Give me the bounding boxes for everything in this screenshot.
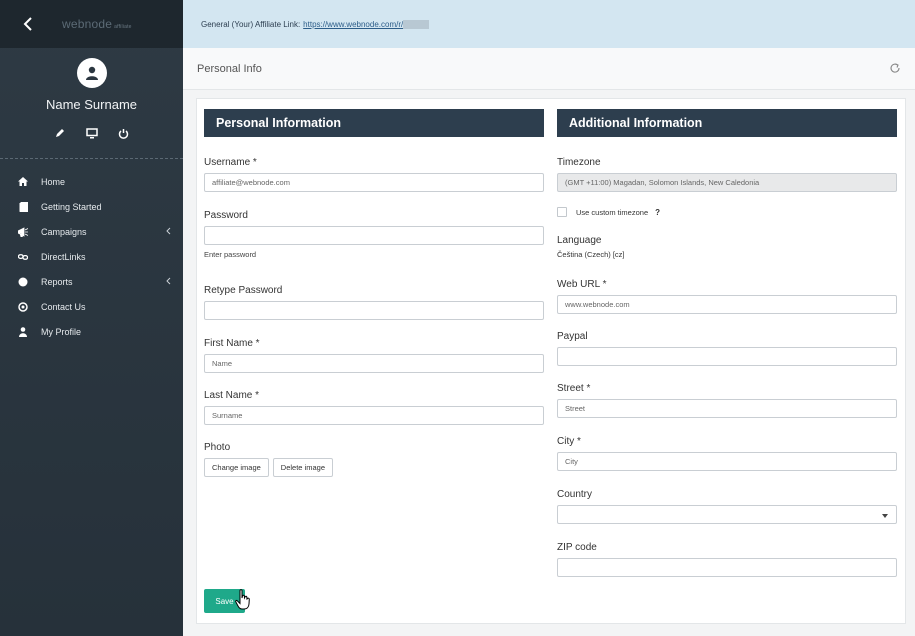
avatar[interactable] bbox=[76, 58, 107, 88]
user-icon bbox=[18, 326, 28, 337]
personal-information-title: Personal Information bbox=[204, 109, 544, 137]
paypal-group: Paypal bbox=[557, 331, 897, 366]
hand-cursor-icon bbox=[235, 589, 250, 610]
additional-information-column: Additional Information Timezone (GMT +11… bbox=[557, 109, 897, 589]
section-header: Personal Info bbox=[183, 48, 915, 90]
web-url-group: Web URL * www.webnode.com bbox=[557, 279, 897, 314]
power-icon[interactable] bbox=[118, 127, 130, 139]
sidebar-item-label: Campaigns bbox=[41, 226, 87, 237]
affiliate-link-bar: General (Your) Affiliate Link: https://w… bbox=[183, 0, 915, 48]
first-name-label: First Name * bbox=[204, 338, 260, 349]
profile-form-card: Personal Information Username * affiliat… bbox=[196, 98, 906, 624]
help-icon[interactable]: ? bbox=[655, 208, 660, 217]
page-title: Personal Info bbox=[197, 62, 262, 75]
username-group: Username * affiliate@webnode.com bbox=[204, 157, 544, 192]
pie-chart-icon bbox=[18, 277, 28, 287]
retype-password-group: Retype Password bbox=[204, 285, 544, 320]
retype-password-label: Retype Password bbox=[204, 285, 283, 296]
sidebar-item-label: Home bbox=[41, 176, 66, 187]
book-icon bbox=[18, 201, 28, 212]
user-name: Name Surname bbox=[45, 97, 138, 112]
last-name-label: Last Name * bbox=[204, 390, 260, 401]
sidebar-item-reports[interactable]: Reports bbox=[0, 269, 183, 294]
sidebar-item-contact-us[interactable]: Contact Us bbox=[0, 294, 183, 319]
sidebar-item-label: Getting Started bbox=[41, 201, 102, 212]
web-url-label: Web URL * bbox=[557, 279, 607, 290]
photo-label: Photo bbox=[204, 442, 231, 453]
personal-information-column: Personal Information Username * affiliat… bbox=[204, 109, 544, 579]
city-label: City * bbox=[557, 436, 581, 447]
sidebar-item-label: DirectLinks bbox=[41, 251, 86, 262]
paypal-label: Paypal bbox=[557, 331, 588, 342]
sidebar: webnode affiliate Name Surname Home Getti… bbox=[0, 0, 183, 636]
country-label: Country bbox=[557, 489, 593, 500]
timezone-label: Timezone bbox=[557, 157, 601, 168]
language-label: Language bbox=[557, 235, 602, 246]
home-icon bbox=[18, 177, 28, 187]
country-group: Country bbox=[557, 489, 897, 524]
edit-pencil-icon[interactable] bbox=[54, 127, 66, 139]
sidebar-nav: Home Getting Started Campaigns DirectLin… bbox=[0, 169, 183, 344]
custom-timezone-group: Use custom timezone ? bbox=[557, 207, 897, 217]
change-image-button[interactable]: Change image bbox=[204, 458, 269, 477]
password-hint: Enter password bbox=[204, 250, 257, 259]
zip-code-label: ZIP code bbox=[557, 542, 597, 553]
additional-information-title: Additional Information bbox=[557, 109, 897, 137]
affiliate-link-label: General (Your) Affiliate Link: bbox=[201, 19, 301, 29]
sidebar-item-label: Reports bbox=[41, 276, 73, 287]
sidebar-item-my-profile[interactable]: My Profile bbox=[0, 319, 183, 344]
redacted-block bbox=[403, 19, 430, 29]
sidebar-item-campaigns[interactable]: Campaigns bbox=[0, 219, 183, 244]
monitor-icon[interactable] bbox=[85, 127, 98, 139]
sidebar-item-getting-started[interactable]: Getting Started bbox=[0, 194, 183, 219]
timezone-group: Timezone (GMT +11:00) Magadan, Solomon I… bbox=[557, 157, 897, 192]
user-actions bbox=[0, 127, 183, 139]
caret-down-icon bbox=[882, 506, 888, 525]
photo-group: Photo Change image Delete image bbox=[204, 442, 544, 477]
password-group: Password Enter password bbox=[204, 210, 544, 259]
city-input[interactable]: City bbox=[557, 452, 897, 471]
username-input[interactable]: affiliate@webnode.com bbox=[204, 173, 544, 192]
language-group: Language Čeština (Czech) [cz] bbox=[557, 235, 897, 259]
custom-timezone-label: Use custom timezone bbox=[576, 207, 649, 217]
password-label: Password bbox=[204, 210, 248, 221]
sidebar-header: webnode affiliate bbox=[0, 0, 183, 48]
password-input[interactable] bbox=[204, 226, 544, 245]
country-select[interactable] bbox=[557, 505, 897, 524]
street-group: Street * Street bbox=[557, 383, 897, 418]
city-group: City * City bbox=[557, 436, 897, 471]
refresh-icon[interactable] bbox=[889, 62, 901, 74]
language-value: Čeština (Czech) [cz] bbox=[557, 250, 625, 259]
timezone-input: (GMT +11:00) Magadan, Solomon Islands, N… bbox=[557, 173, 897, 192]
street-input[interactable]: Street bbox=[557, 399, 897, 418]
link-icon bbox=[18, 252, 28, 262]
at-icon bbox=[18, 301, 28, 312]
sidebar-item-directlinks[interactable]: DirectLinks bbox=[0, 244, 183, 269]
street-label: Street * bbox=[557, 383, 591, 394]
sidebar-divider bbox=[0, 158, 183, 159]
sidebar-item-home[interactable]: Home bbox=[0, 169, 183, 194]
sidebar-item-label: Contact Us bbox=[41, 301, 86, 312]
custom-timezone-checkbox[interactable] bbox=[557, 207, 567, 217]
zip-code-group: ZIP code bbox=[557, 542, 897, 577]
user-avatar-icon bbox=[85, 66, 98, 80]
last-name-input[interactable]: Surname bbox=[204, 406, 544, 425]
back-arrow-icon[interactable] bbox=[22, 17, 36, 31]
webnode-logo[interactable]: webnode affiliate bbox=[62, 17, 132, 31]
last-name-group: Last Name * Surname bbox=[204, 390, 544, 425]
web-url-input[interactable]: www.webnode.com bbox=[557, 295, 897, 314]
first-name-input[interactable]: Name bbox=[204, 354, 544, 373]
chevron-left-icon bbox=[165, 227, 171, 235]
chevron-left-icon bbox=[165, 277, 171, 285]
zip-code-input[interactable] bbox=[557, 558, 897, 577]
megaphone-icon bbox=[18, 226, 28, 237]
retype-password-input[interactable] bbox=[204, 301, 544, 320]
paypal-input[interactable] bbox=[557, 347, 897, 366]
delete-image-button[interactable]: Delete image bbox=[272, 458, 333, 477]
sidebar-item-label: My Profile bbox=[41, 326, 82, 337]
affiliate-link[interactable]: https://www.webnode.com/r/ bbox=[303, 20, 403, 29]
username-label: Username * bbox=[204, 157, 257, 168]
first-name-group: First Name * Name bbox=[204, 338, 544, 373]
